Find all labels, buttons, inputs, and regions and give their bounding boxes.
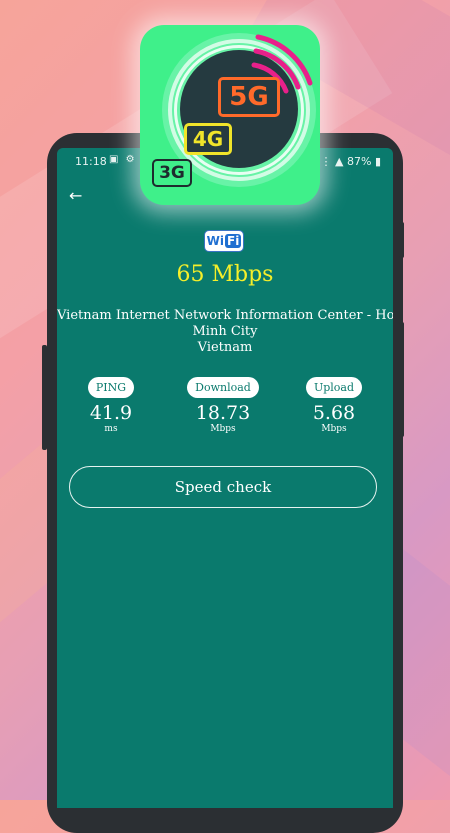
wifi-badge-suffix: Fi: [225, 234, 242, 248]
stat-download-unit: Mbps: [210, 424, 236, 434]
app-screen: 11:18 ▣ ⚙ · ⋮ ▲ 87% ▮ ← Wi Fi 65 Mbps Vie…: [57, 148, 393, 808]
wifi-badge-prefix: Wi: [206, 234, 225, 248]
current-speed: 65 Mbps: [176, 262, 274, 287]
stat-ping: PING 41.9 ms: [61, 376, 161, 434]
phone-side-button: [399, 222, 404, 258]
phone-side-button: [42, 345, 47, 450]
back-arrow-icon[interactable]: ←: [69, 186, 89, 206]
stat-download-value: 18.73: [195, 402, 251, 424]
logo-5g-label: 5G: [218, 77, 280, 117]
wifi-icon: Wi Fi: [204, 230, 244, 252]
phone-side-button: [399, 322, 404, 437]
stat-ping-label: PING: [87, 377, 135, 398]
stat-ping-value: 41.9: [89, 402, 133, 424]
app-logo: 5G 4G 3G: [140, 25, 320, 205]
stat-upload-value: 5.68: [312, 402, 356, 424]
server-country: Vietnam: [197, 340, 253, 355]
stat-download: Download 18.73 Mbps: [173, 376, 273, 434]
battery-status: ⋮ ▲ 87% ▮: [320, 155, 381, 168]
logo-4g-label: 4G: [184, 123, 232, 155]
server-name-line2: Minh City: [192, 324, 258, 339]
speed-check-button[interactable]: Speed check: [69, 466, 377, 508]
stat-upload-label: Upload: [305, 377, 363, 398]
logo-3g-label: 3G: [152, 159, 192, 187]
stat-upload-unit: Mbps: [321, 424, 347, 434]
stat-upload: Upload 5.68 Mbps: [284, 376, 384, 434]
server-name-line1: Vietnam Internet Network Information Cen…: [57, 308, 393, 323]
status-time: 11:18: [75, 155, 107, 168]
stat-ping-unit: ms: [104, 424, 118, 434]
stat-download-label: Download: [187, 377, 259, 398]
server-location: Vietnam Internet Network Information Cen…: [57, 308, 393, 356]
